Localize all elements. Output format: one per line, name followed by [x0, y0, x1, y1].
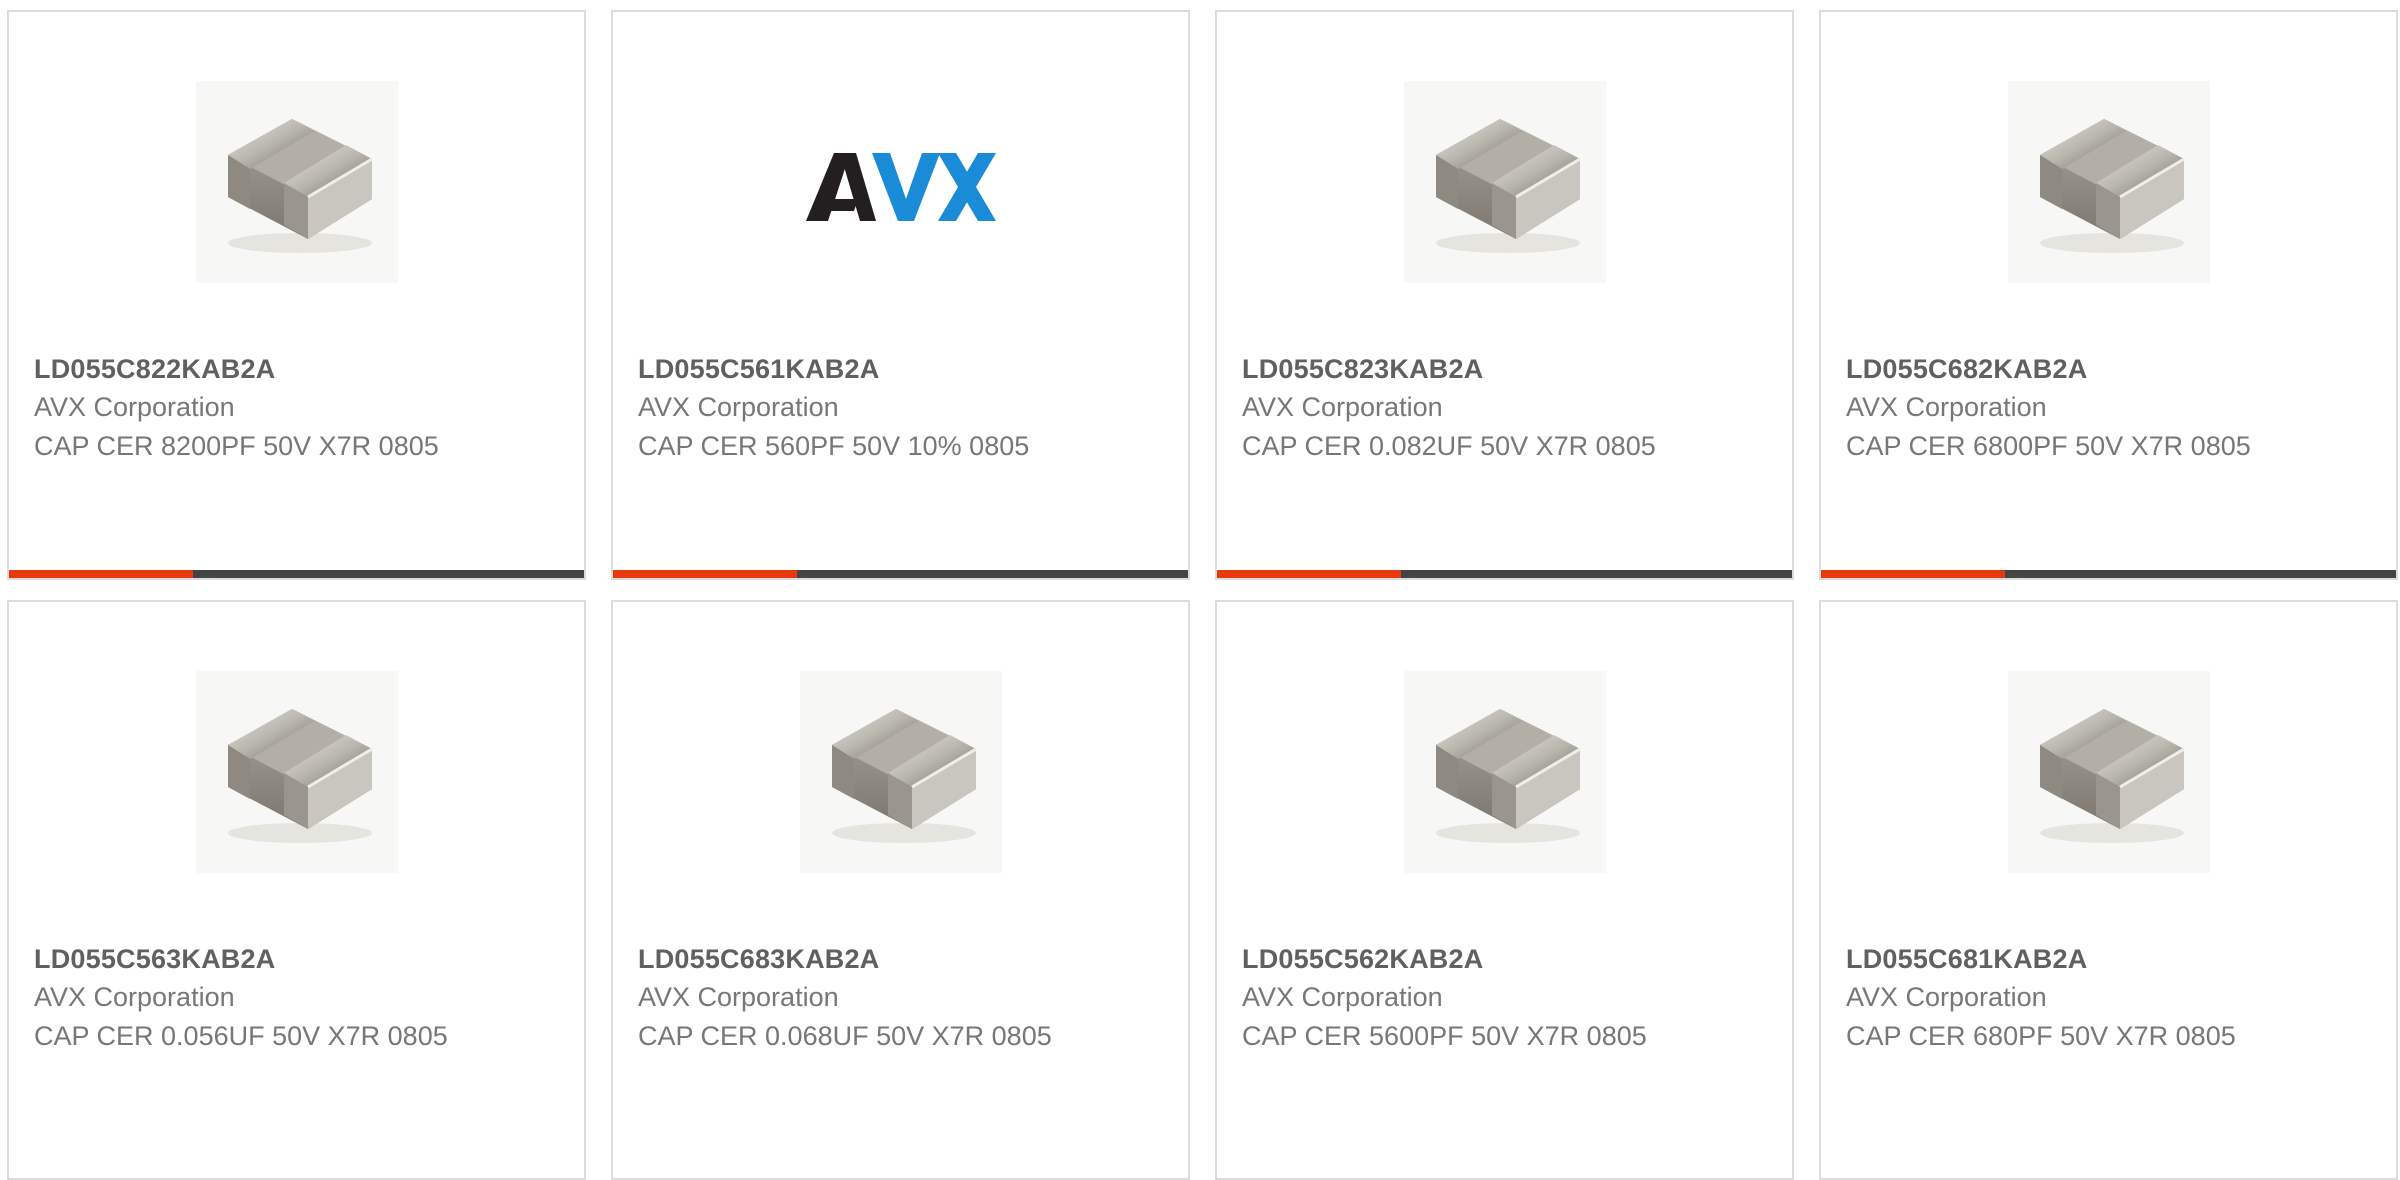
- capacitor-chip-image: [2008, 81, 2210, 283]
- product-card[interactable]: LD055C823KAB2A AVX Corporation CAP CER 0…: [1215, 10, 1794, 580]
- description-label: CAP CER 0.068UF 50V X7R 0805: [638, 1021, 1052, 1051]
- product-image[interactable]: [2008, 81, 2210, 283]
- product-grid: LD055C822KAB2A AVX Corporation CAP CER 8…: [0, 0, 2400, 1180]
- description-label: CAP CER 0.082UF 50V X7R 0805: [1242, 431, 1656, 461]
- product-image[interactable]: [196, 81, 398, 283]
- card-progress-bar: [9, 570, 584, 578]
- manufacturer-label: AVX Corporation: [638, 392, 839, 422]
- description-label: CAP CER 680PF 50V X7R 0805: [1846, 1021, 2236, 1051]
- capacitor-chip-image: [800, 671, 1002, 873]
- description-label: CAP CER 6800PF 50V X7R 0805: [1846, 431, 2251, 461]
- manufacturer-label: AVX Corporation: [34, 982, 235, 1012]
- part-number-link[interactable]: LD055C822KAB2A: [34, 354, 275, 385]
- part-number-link[interactable]: LD055C681KAB2A: [1846, 944, 2087, 975]
- card-progress-fill: [1217, 570, 1401, 578]
- description-label: CAP CER 5600PF 50V X7R 0805: [1242, 1021, 1647, 1051]
- part-number-link[interactable]: LD055C823KAB2A: [1242, 354, 1483, 385]
- manufacturer-label: AVX Corporation: [34, 392, 235, 422]
- capacitor-chip-image: [1404, 671, 1606, 873]
- capacitor-chip-image: [1404, 81, 1606, 283]
- product-image[interactable]: [800, 671, 1002, 873]
- part-number-link[interactable]: LD055C682KAB2A: [1846, 354, 2087, 385]
- avx-logo-image: [806, 153, 996, 221]
- card-progress-fill: [1821, 570, 2005, 578]
- description-label: CAP CER 8200PF 50V X7R 0805: [34, 431, 439, 461]
- part-number-link[interactable]: LD055C683KAB2A: [638, 944, 879, 975]
- part-number-link[interactable]: LD055C562KAB2A: [1242, 944, 1483, 975]
- product-card[interactable]: LD055C563KAB2A AVX Corporation CAP CER 0…: [7, 600, 586, 1180]
- avx-logo-icon: [806, 153, 996, 221]
- product-image[interactable]: [800, 81, 1002, 283]
- card-progress-bar: [1217, 570, 1792, 578]
- product-image[interactable]: [2008, 671, 2210, 873]
- product-card[interactable]: LD055C562KAB2A AVX Corporation CAP CER 5…: [1215, 600, 1794, 1180]
- part-number-link[interactable]: LD055C561KAB2A: [638, 354, 879, 385]
- product-card[interactable]: LD055C561KAB2A AVX Corporation CAP CER 5…: [611, 10, 1190, 580]
- manufacturer-label: AVX Corporation: [1242, 982, 1443, 1012]
- product-image[interactable]: [196, 671, 398, 873]
- description-label: CAP CER 0.056UF 50V X7R 0805: [34, 1021, 448, 1051]
- manufacturer-label: AVX Corporation: [1846, 982, 2047, 1012]
- card-progress-fill: [613, 570, 797, 578]
- manufacturer-label: AVX Corporation: [1242, 392, 1443, 422]
- manufacturer-label: AVX Corporation: [1846, 392, 2047, 422]
- part-number-link[interactable]: LD055C563KAB2A: [34, 944, 275, 975]
- product-card[interactable]: LD055C822KAB2A AVX Corporation CAP CER 8…: [7, 10, 586, 580]
- product-image[interactable]: [1404, 81, 1606, 283]
- capacitor-chip-image: [196, 671, 398, 873]
- card-progress-bar: [613, 570, 1188, 578]
- card-progress-fill: [9, 570, 193, 578]
- product-card[interactable]: LD055C681KAB2A AVX Corporation CAP CER 6…: [1819, 600, 2398, 1180]
- card-progress-bar: [1821, 570, 2396, 578]
- manufacturer-label: AVX Corporation: [638, 982, 839, 1012]
- description-label: CAP CER 560PF 50V 10% 0805: [638, 431, 1030, 461]
- product-image[interactable]: [1404, 671, 1606, 873]
- product-card[interactable]: LD055C682KAB2A AVX Corporation CAP CER 6…: [1819, 10, 2398, 580]
- capacitor-chip-image: [196, 81, 398, 283]
- capacitor-chip-image: [2008, 671, 2210, 873]
- product-card[interactable]: LD055C683KAB2A AVX Corporation CAP CER 0…: [611, 600, 1190, 1180]
